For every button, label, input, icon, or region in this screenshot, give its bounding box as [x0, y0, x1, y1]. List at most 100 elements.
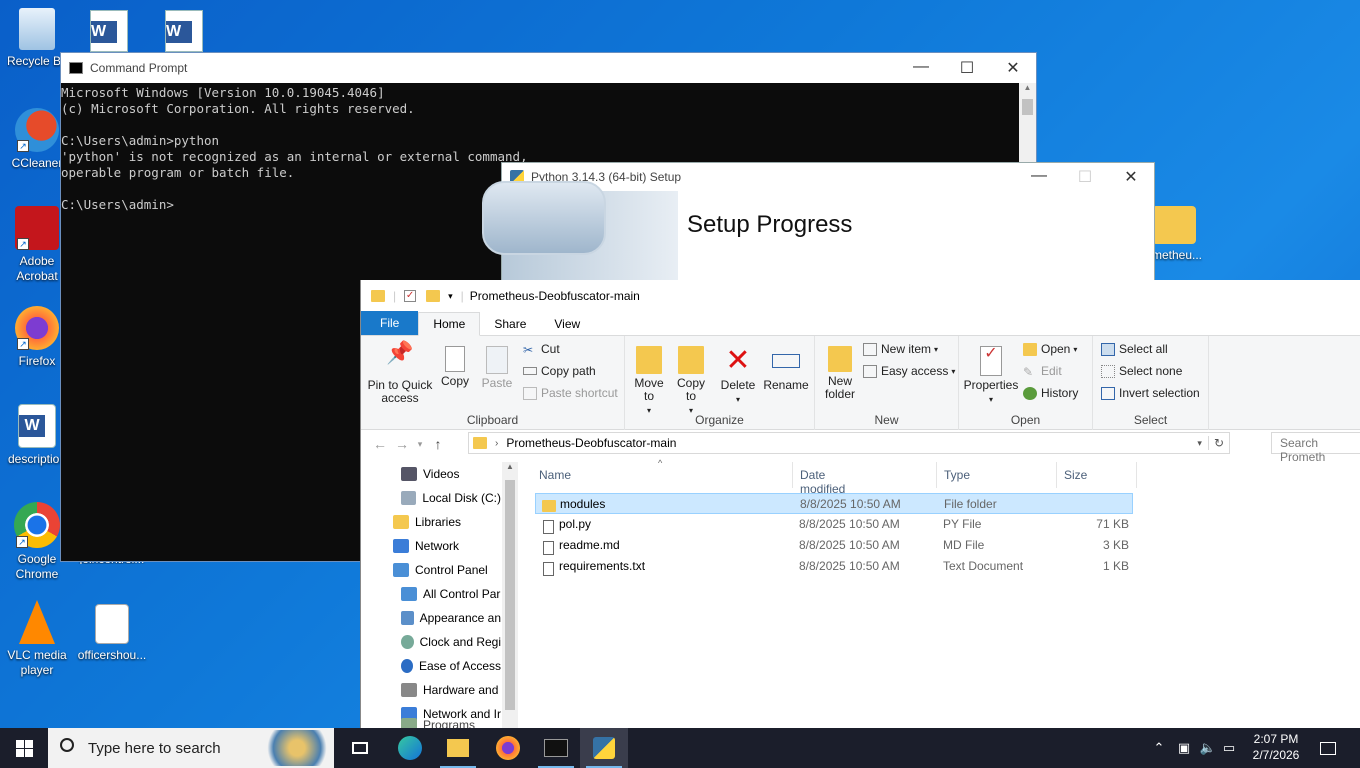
- table-row[interactable]: pol.py 8/8/2025 10:50 AM PY File 71 KB: [535, 514, 1133, 535]
- windows-logo-icon: [15, 739, 33, 757]
- taskbar-search-input[interactable]: Type here to search: [48, 728, 334, 768]
- new-group: New folder New item ▾ Easy access ▾ New: [815, 336, 959, 430]
- nav-item-network[interactable]: Network: [393, 534, 501, 558]
- search-input[interactable]: Search Prometh: [1271, 432, 1360, 464]
- nav-scrollbar-thumb[interactable]: [505, 480, 515, 710]
- pin-to-quick-access-button[interactable]: 📌 Pin to Quick access: [367, 342, 433, 405]
- table-row[interactable]: requirements.txt 8/8/2025 10:50 AM Text …: [535, 556, 1133, 577]
- nav-item-libraries[interactable]: Libraries: [393, 510, 501, 534]
- copy-button[interactable]: Copy: [437, 346, 473, 388]
- tab-home[interactable]: Home: [418, 312, 481, 336]
- nav-item-ease-of-access[interactable]: Ease of Access: [401, 654, 501, 678]
- taskbar: Type here to search ⌃ ▣ 🔈 ▭ 2:07 PM 2/7/…: [0, 728, 1360, 768]
- nav-item-clock-region[interactable]: Clock and Regi: [401, 630, 501, 654]
- chrome-icon: ↗: [14, 502, 60, 548]
- tab-view[interactable]: View: [540, 313, 594, 335]
- table-row[interactable]: modules 8/8/2025 10:50 AM File folder: [535, 493, 1133, 514]
- new-folder-button[interactable]: New folder: [821, 346, 859, 401]
- chevron-down-icon: ▾: [1073, 344, 1078, 354]
- properties-icon[interactable]: ✓: [404, 290, 417, 302]
- chevron-down-icon[interactable]: ▾: [448, 291, 453, 302]
- history-button[interactable]: History: [1023, 386, 1078, 400]
- maximize-button[interactable]: ☐: [944, 58, 990, 78]
- chevron-down-icon: ▾: [951, 366, 956, 376]
- taskbar-file-explorer[interactable]: [434, 728, 482, 768]
- nav-item-hardware[interactable]: Hardware and: [401, 678, 501, 702]
- taskbar-command-prompt[interactable]: [532, 728, 580, 768]
- copy-icon: [445, 346, 465, 372]
- address-bar[interactable]: › Prometheus-Deobfuscator-main ▾ ↻: [468, 432, 1230, 454]
- word-document-icon[interactable]: [165, 10, 203, 52]
- close-button[interactable]: ✕: [990, 58, 1036, 78]
- taskbar-clock[interactable]: 2:07 PM 2/7/2026: [1236, 731, 1316, 763]
- column-type[interactable]: Type: [944, 468, 970, 482]
- easy-access-icon: [863, 364, 877, 378]
- task-view-button[interactable]: [336, 728, 384, 768]
- cmd-title: Command Prompt: [90, 61, 188, 75]
- nav-item-appearance[interactable]: Appearance an: [401, 606, 501, 630]
- videos-icon: [401, 467, 417, 481]
- paste-button[interactable]: Paste: [479, 346, 515, 390]
- column-name[interactable]: Name: [539, 468, 571, 482]
- select-all-button[interactable]: Select all: [1101, 342, 1168, 356]
- cmd-titlebar[interactable]: Command Prompt — ☐ ✕: [61, 53, 1036, 83]
- folder-icon: [473, 437, 487, 449]
- chevron-down-icon: ▾: [934, 344, 939, 354]
- cut-button[interactable]: ✂ Cut: [523, 342, 560, 357]
- forward-arrow-icon[interactable]: →: [391, 436, 413, 452]
- minimize-button[interactable]: —: [898, 58, 944, 78]
- taskbar-edge[interactable]: [386, 728, 434, 768]
- properties-button[interactable]: ✓ Properties ▾: [963, 346, 1019, 406]
- nav-item-all-control-panel[interactable]: All Control Par: [401, 582, 501, 606]
- copy-path-button[interactable]: Copy path: [523, 364, 596, 378]
- clipboard-group: 📌 Pin to Quick access Copy Paste ✂ Cut Co…: [361, 336, 625, 430]
- minimize-button[interactable]: —: [1016, 167, 1062, 187]
- folder-icon: [371, 290, 385, 302]
- select-none-button[interactable]: Select none: [1101, 364, 1182, 378]
- new-item-button[interactable]: New item ▾: [863, 342, 938, 356]
- column-size[interactable]: Size: [1064, 468, 1087, 482]
- paste-shortcut-button[interactable]: Paste shortcut: [523, 386, 618, 400]
- taskbar-firefox[interactable]: [484, 728, 532, 768]
- start-button[interactable]: [0, 728, 48, 768]
- copy-to-button[interactable]: Copy to ▾: [673, 346, 709, 417]
- back-arrow-icon[interactable]: ←: [369, 436, 391, 452]
- edge-icon: [398, 736, 422, 760]
- move-to-button[interactable]: Move to ▾: [631, 346, 667, 417]
- desktop-icon-vlc[interactable]: VLC media player: [0, 600, 74, 678]
- nav-item-videos[interactable]: Videos: [401, 462, 501, 486]
- edit-button[interactable]: ✎ Edit: [1023, 364, 1062, 379]
- file-date: 8/8/2025 10:50 AM: [799, 559, 900, 573]
- word-document-icon[interactable]: [90, 10, 128, 52]
- recent-chevron-icon[interactable]: ▾: [413, 439, 427, 450]
- nav-item-control-panel[interactable]: Control Panel: [393, 558, 501, 582]
- volume-icon[interactable]: 🔈: [1198, 728, 1218, 768]
- easy-access-button[interactable]: Easy access ▾: [863, 364, 955, 378]
- nav-item-local-disk[interactable]: Local Disk (C:): [401, 486, 501, 510]
- tray-chevron-up-icon[interactable]: ⌃: [1150, 728, 1168, 768]
- window-title: Prometheus-Deobfuscator-main: [469, 289, 640, 303]
- delete-button[interactable]: ✕ Delete ▾: [719, 346, 757, 406]
- address-dropdown-icon[interactable]: ▾: [1197, 438, 1202, 449]
- invert-selection-button[interactable]: Invert selection: [1101, 386, 1200, 400]
- open-button[interactable]: Open ▾: [1023, 342, 1077, 356]
- python-setup-window[interactable]: Python 3.14.3 (64-bit) Setup — ☐ ✕ Setup…: [482, 162, 1155, 292]
- desktop-icon-officershou[interactable]: officershou...: [74, 604, 150, 663]
- column-date-modified[interactable]: Date modified: [800, 468, 845, 496]
- file-type: File folder: [944, 497, 997, 511]
- tab-file[interactable]: File: [361, 311, 419, 335]
- breadcrumb[interactable]: Prometheus-Deobfuscator-main: [506, 436, 676, 450]
- notification-center-icon[interactable]: [1310, 728, 1346, 768]
- navigation-pane[interactable]: Videos Local Disk (C:) Libraries Network…: [361, 462, 518, 732]
- close-button[interactable]: ✕: [1108, 167, 1154, 187]
- new-folder-icon[interactable]: [426, 290, 441, 302]
- up-arrow-icon[interactable]: ↑: [427, 436, 449, 452]
- nav-scrollbar[interactable]: ▲: [502, 462, 518, 728]
- refresh-icon[interactable]: ↻: [1207, 436, 1229, 450]
- rename-button[interactable]: Rename: [763, 346, 809, 392]
- tab-share[interactable]: Share: [480, 313, 540, 335]
- taskbar-python-setup[interactable]: [580, 728, 628, 768]
- file-date: 8/8/2025 10:50 AM: [799, 538, 900, 552]
- meet-now-icon[interactable]: ▣: [1174, 728, 1194, 768]
- table-row[interactable]: readme.md 8/8/2025 10:50 AM MD File 3 KB: [535, 535, 1133, 556]
